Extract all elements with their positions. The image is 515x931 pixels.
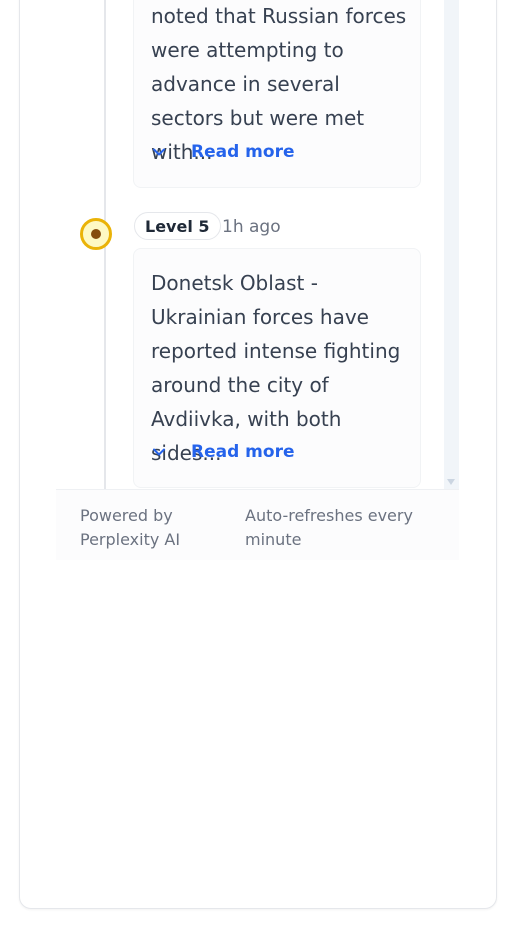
timestamp: 1h ago	[222, 217, 281, 237]
refresh-note: Auto-refreshes every minute	[245, 506, 413, 549]
chevron-down-icon	[153, 148, 165, 156]
chevron-down-icon	[153, 448, 165, 456]
timeline-entry-card: Donetsk Oblast - Ukrainian forces have r…	[133, 248, 421, 488]
level-badge: Level 5	[134, 212, 221, 240]
page: noted that Russian forces were attemptin…	[0, 0, 515, 931]
timeline-entry-card: noted that Russian forces were attemptin…	[133, 0, 421, 188]
scroll-down-arrow-icon[interactable]	[447, 479, 455, 485]
powered-by-text: Powered by Perplexity AI	[80, 506, 181, 549]
read-more-label: Read more	[191, 442, 295, 462]
entry-text: Donetsk Oblast - Ukrainian forces have r…	[151, 271, 401, 465]
level-indicator-icon	[80, 218, 112, 250]
panel-footer: Powered by Perplexity AI Auto-refreshes …	[56, 489, 459, 560]
read-more-button[interactable]: Read more	[151, 442, 295, 462]
read-more-button[interactable]: Read more	[151, 142, 295, 162]
read-more-label: Read more	[191, 142, 295, 162]
level-indicator-dot	[91, 229, 101, 239]
scrollbar[interactable]	[444, 0, 459, 489]
